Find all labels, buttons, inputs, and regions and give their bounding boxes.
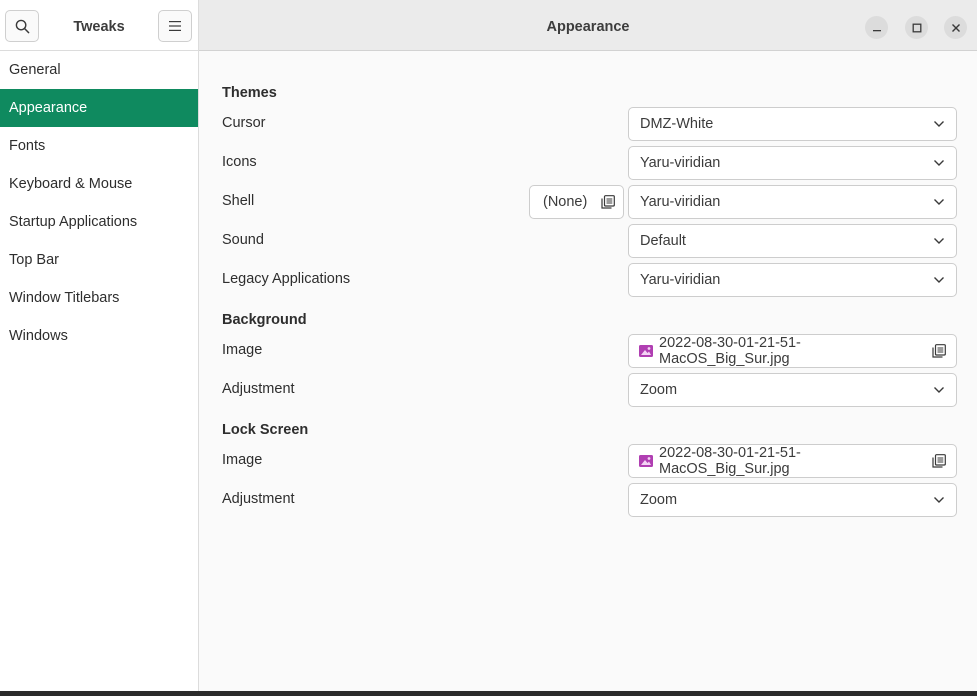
shell-file-button[interactable]: (None) [529, 185, 624, 219]
document-open-icon [922, 344, 956, 358]
main-header: Appearance [199, 0, 977, 51]
minimize-icon [872, 29, 881, 31]
lock-screen-adjustment-label: Adjustment [222, 491, 295, 507]
chevron-down-icon [922, 159, 956, 167]
shell-label: Shell [222, 193, 255, 209]
sidebar-item-startup-applications[interactable]: Startup Applications [0, 203, 198, 241]
chevron-down-icon [922, 386, 956, 394]
cursor-label: Cursor [222, 115, 266, 131]
chevron-down-icon [922, 276, 956, 284]
section-themes: Themes [222, 85, 277, 101]
legacy-applications-label: Legacy Applications [222, 271, 351, 287]
shell-dropdown[interactable]: Yaru-viridian [628, 185, 957, 219]
image-icon [639, 345, 653, 357]
close-icon [951, 23, 960, 32]
lock-screen-adjustment-dropdown[interactable]: Zoom [628, 483, 957, 517]
icons-value: Yaru-viridian [640, 155, 721, 171]
minimize-button[interactable] [865, 16, 888, 39]
close-button[interactable] [944, 16, 967, 39]
maximize-icon [912, 23, 921, 32]
icons-label: Icons [222, 154, 257, 170]
sidebar: General Appearance Fonts Keyboard & Mous… [0, 51, 199, 691]
chevron-down-icon [922, 496, 956, 504]
document-open-icon [922, 454, 956, 468]
cursor-dropdown[interactable]: DMZ-White [628, 107, 957, 141]
hamburger-icon [169, 21, 181, 31]
background-adjustment-label: Adjustment [222, 381, 295, 397]
shell-file-value: (None) [543, 194, 588, 210]
sound-value: Default [640, 233, 686, 249]
lock-screen-adjustment-value: Zoom [640, 492, 678, 508]
sidebar-item-window-titlebars[interactable]: Window Titlebars [0, 279, 198, 317]
chevron-down-icon [922, 120, 956, 128]
sound-label: Sound [222, 232, 264, 248]
legacy-applications-dropdown[interactable]: Yaru-viridian [628, 263, 957, 297]
sidebar-item-appearance[interactable]: Appearance [0, 89, 198, 127]
chevron-down-icon [922, 198, 956, 206]
background-adjustment-value: Zoom [640, 382, 678, 398]
lock-screen-image-value: 2022-08-30-01-21-51-MacOS_Big_Sur.jpg [659, 445, 801, 477]
sound-dropdown[interactable]: Default [628, 224, 957, 258]
sidebar-header: Tweaks [0, 0, 199, 51]
lock-screen-image-label: Image [222, 452, 263, 468]
sidebar-item-keyboard-mouse[interactable]: Keyboard & Mouse [0, 165, 198, 203]
sidebar-item-general[interactable]: General [0, 51, 198, 89]
desktop-background [0, 691, 977, 696]
icons-dropdown[interactable]: Yaru-viridian [628, 146, 957, 180]
section-lock-screen: Lock Screen [222, 422, 309, 438]
image-icon [639, 455, 653, 467]
background-image-value: 2022-08-30-01-21-51-MacOS_Big_Sur.jpg [659, 335, 801, 367]
tweaks-window: Tweaks Appearance General Appearance Fon… [0, 0, 977, 691]
background-adjustment-dropdown[interactable]: Zoom [628, 373, 957, 407]
appearance-panel: Themes Cursor DMZ-White Icons Yaru-virid… [200, 51, 977, 691]
app-title: Tweaks [73, 19, 125, 35]
cursor-value: DMZ-White [640, 116, 714, 132]
shell-value: Yaru-viridian [640, 194, 721, 210]
section-background: Background [222, 312, 307, 328]
search-icon [15, 19, 29, 33]
document-open-icon [593, 195, 623, 209]
maximize-button[interactable] [905, 16, 928, 39]
background-image-button[interactable]: 2022-08-30-01-21-51-MacOS_Big_Sur.jpg [628, 334, 957, 368]
page-title: Appearance [546, 19, 630, 35]
menu-button[interactable] [158, 10, 192, 42]
background-image-label: Image [222, 342, 263, 358]
sidebar-item-windows[interactable]: Windows [0, 317, 198, 355]
lock-screen-image-button[interactable]: 2022-08-30-01-21-51-MacOS_Big_Sur.jpg [628, 444, 957, 478]
search-button[interactable] [5, 10, 39, 42]
chevron-down-icon [922, 237, 956, 245]
sidebar-item-fonts[interactable]: Fonts [0, 127, 198, 165]
legacy-applications-value: Yaru-viridian [640, 272, 721, 288]
sidebar-item-top-bar[interactable]: Top Bar [0, 241, 198, 279]
